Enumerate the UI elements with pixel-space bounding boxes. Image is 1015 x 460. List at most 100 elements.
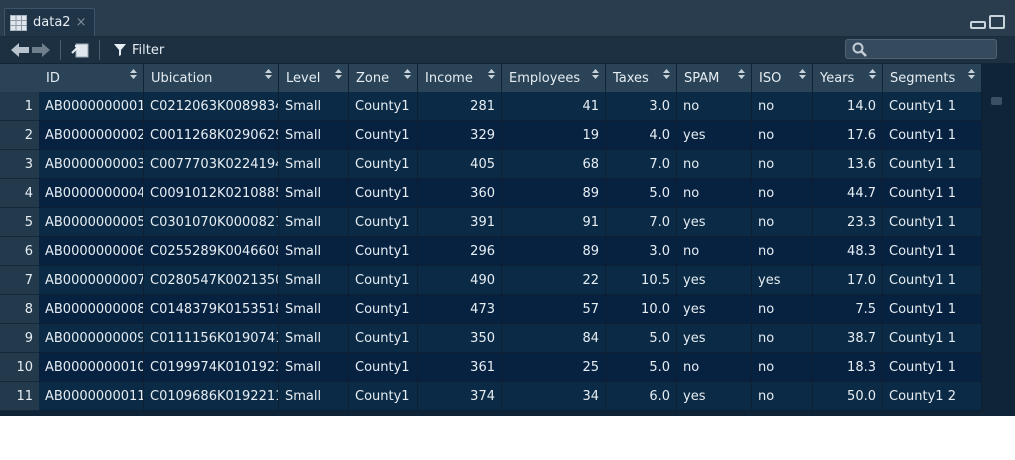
cell-employees: 34 [502,382,606,411]
cell-income: 405 [418,150,502,179]
column-header-segments[interactable]: Segments [883,64,982,92]
table-row[interactable]: 2 AB0000000002 C0011268K0290629 Small County… [0,121,982,150]
cell-income: 350 [418,324,502,353]
open-in-new-window-icon[interactable] [70,41,90,59]
cell-iso: no [752,208,813,237]
sort-toggle-icon[interactable] [663,68,670,80]
filter-button[interactable]: Filter [114,40,164,60]
cell-income: 361 [418,353,502,382]
forward-arrow-icon[interactable] [31,41,51,59]
column-header-id[interactable]: ID [39,64,144,92]
table-row[interactable]: 7 AB0000000007 C0280547K0021350 Small County… [0,266,982,295]
column-header-zone[interactable]: Zone [349,64,418,92]
cell-employees: 84 [502,324,606,353]
cell-iso: no [752,353,813,382]
column-header-spam[interactable]: SPAM [677,64,752,92]
table-row[interactable]: 10 AB0000000010 C0199974K0101923 Small Count… [0,353,982,382]
cell-employees: 22 [502,266,606,295]
cell-employees: 91 [502,208,606,237]
cell-iso: no [752,121,813,150]
cell-level: Small [279,92,349,121]
sort-toggle-icon[interactable] [738,68,745,80]
scrollbar-thumb[interactable] [991,97,1002,105]
cell-income: 360 [418,179,502,208]
cell-ubication: C0199974K0101923 [144,353,279,382]
table-row[interactable]: 11 AB0000000011 C0109686K0192211 Small Count… [0,382,982,411]
cell-level: Small [279,179,349,208]
column-header-label: Taxes [613,71,649,86]
cell-level: Small [279,382,349,411]
cell-zone: County1 [349,208,418,237]
table-row[interactable]: 8 AB0000000008 C0148379K0153518 Small County… [0,295,982,324]
column-header-taxes[interactable]: Taxes [606,64,677,92]
cell-level: Small [279,353,349,382]
column-header-iso[interactable]: ISO [752,64,813,92]
minimize-icon[interactable] [970,21,986,29]
cell-iso: no [752,324,813,353]
cell-zone: County1 [349,353,418,382]
sort-toggle-icon[interactable] [130,68,137,80]
sort-toggle-icon[interactable] [799,68,806,80]
cell-spam: yes [677,382,752,411]
cell-ubication: C0301070K0000827 [144,208,279,237]
column-header-employees[interactable]: Employees [502,64,606,92]
vertical-scrollbar[interactable] [987,91,1006,416]
cell-employees: 89 [502,179,606,208]
cell-spam: no [677,353,752,382]
cell-zone: County1 [349,324,418,353]
cell-level: Small [279,295,349,324]
table-row[interactable]: 4 AB0000000004 C0091012K0210885 Small County… [0,179,982,208]
cell-ubication: C0109686K0192211 [144,382,279,411]
cell-ubication: C0077703K0224194 [144,150,279,179]
column-header-ubication[interactable]: Ubication [144,64,279,92]
table-row[interactable]: 5 AB0000000005 C0301070K0000827 Small County… [0,208,982,237]
row-number: 5 [0,208,39,237]
column-header-label: Ubication [151,71,213,86]
row-number: 6 [0,237,39,266]
cell-income: 296 [418,237,502,266]
back-arrow-icon[interactable] [10,41,30,59]
table-row[interactable]: 9 AB0000000009 C0111156K0190741 Small County… [0,324,982,353]
sort-toggle-icon[interactable] [335,68,342,80]
column-header-label: ISO [759,71,782,86]
cell-years: 18.3 [813,353,883,382]
cell-employees: 68 [502,150,606,179]
maximize-icon[interactable] [989,15,1005,29]
sort-toggle-icon[interactable] [592,68,599,80]
cell-iso: no [752,295,813,324]
table-row[interactable]: 6 AB0000000006 C0255289K0046608 Small County… [0,237,982,266]
cell-id: AB0000000002 [39,121,144,150]
cell-employees: 89 [502,237,606,266]
toolbar: Filter [0,37,1015,63]
table-row[interactable]: 1 AB0000000001 C0212063K0089834 Small County… [0,92,982,121]
table-row[interactable]: 3 AB0000000003 C0077703K0224194 Small County… [0,150,982,179]
cell-iso: no [752,179,813,208]
sort-toggle-icon[interactable] [265,68,272,80]
search-input[interactable] [872,41,992,57]
window-controls [970,15,1005,29]
cell-segments: County1 2 [883,382,982,411]
close-icon[interactable]: × [76,15,87,30]
column-header-income[interactable]: Income [418,64,502,92]
column-header-years[interactable]: Years [813,64,883,92]
table-icon [10,14,27,31]
sort-toggle-icon[interactable] [488,68,495,80]
cell-years: 7.5 [813,295,883,324]
tab-data2[interactable]: data2 × [4,8,95,36]
row-number: 9 [0,324,39,353]
column-header-label: Years [820,71,855,86]
cell-level: Small [279,150,349,179]
cell-level: Small [279,237,349,266]
cell-ubication: C0148379K0153518 [144,295,279,324]
sort-toggle-icon[interactable] [869,68,876,80]
cell-id: AB0000000004 [39,179,144,208]
sort-toggle-icon[interactable] [404,68,411,80]
sort-toggle-icon[interactable] [968,68,975,80]
search-icon [852,42,867,57]
cell-taxes: 6.0 [606,382,677,411]
search-box[interactable] [845,39,997,59]
cell-id: AB0000000001 [39,92,144,121]
cell-zone: County1 [349,266,418,295]
column-header-level[interactable]: Level [279,64,349,92]
cell-id: AB0000000011 [39,382,144,411]
